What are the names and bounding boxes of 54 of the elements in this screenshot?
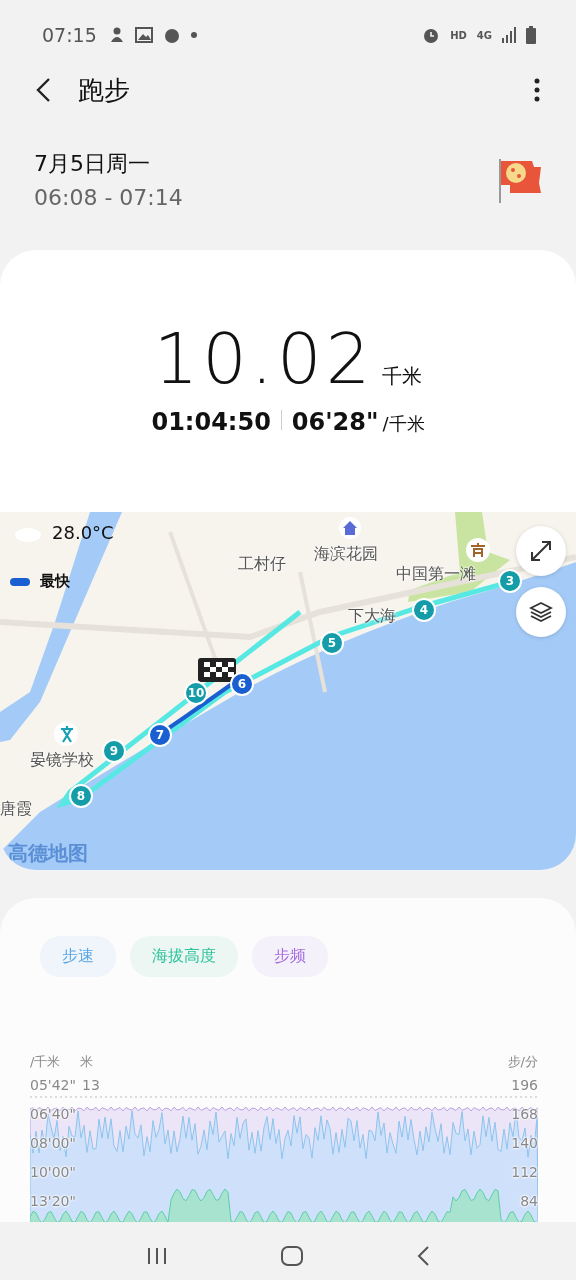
more-options-button[interactable] <box>534 78 540 102</box>
altitude-axis-label: 13 <box>82 1077 100 1093</box>
km-marker: 10 <box>184 681 208 705</box>
km-marker: 7 <box>148 723 172 747</box>
pace-axis-label: 13'20" <box>30 1193 76 1209</box>
altitude-axis-unit: 米 <box>80 1053 94 1071</box>
cadence-axis-label: 112 <box>511 1164 538 1180</box>
clock: 07:15 <box>42 24 97 46</box>
cadence-axis-unit: 步/分 <box>507 1053 538 1071</box>
legend-label: 最快 <box>40 572 70 591</box>
cadence-axis-label: 140 <box>511 1135 538 1151</box>
pace-axis-label: 06'40" <box>30 1106 76 1122</box>
notification-icon <box>108 26 125 44</box>
session-time-range: 06:08 - 07:14 <box>34 184 184 210</box>
home-icon <box>342 520 358 536</box>
layers-icon <box>529 600 553 624</box>
expand-icon <box>530 540 552 562</box>
cadence-axis-label: 84 <box>520 1193 538 1209</box>
place-label: 海滨花园 <box>314 544 378 565</box>
place-label: 晏镜学校 <box>30 750 94 771</box>
page-title: 跑步 <box>78 73 131 107</box>
temperature: 28.0°C <box>52 522 114 543</box>
chart-tab[interactable]: 海拔高度 <box>130 936 238 977</box>
finish-flag-icon <box>198 658 236 682</box>
expand-button[interactable] <box>516 526 566 576</box>
battery-icon <box>526 26 536 44</box>
chart-tab[interactable]: 步频 <box>252 936 328 977</box>
back-button[interactable] <box>34 77 52 103</box>
km-marker: 9 <box>102 739 126 763</box>
signal-icon <box>502 27 516 43</box>
distance-unit: 千米 <box>382 363 423 390</box>
alarm-icon <box>422 26 441 44</box>
hd-indicator: HD <box>450 29 467 41</box>
pace-axis-label: 05'42" <box>30 1077 76 1093</box>
pace-axis-label: 08'00" <box>30 1135 76 1151</box>
duration-value: 01:04:50 <box>151 408 271 436</box>
pace-value: 06'28" <box>291 408 379 436</box>
dot-icon <box>190 32 197 38</box>
session-date: 7月5日周一 <box>34 149 151 178</box>
image-icon <box>134 27 153 43</box>
map-attribution: 高德地图 <box>8 840 88 867</box>
app-icon <box>162 26 181 44</box>
chart-tab[interactable]: 步速 <box>40 936 116 977</box>
place-label: 中国第一滩 <box>396 564 476 585</box>
pace-axis-unit: /千米 <box>30 1053 61 1071</box>
place-label: 工村仔 <box>238 554 286 575</box>
cadence-axis-label: 196 <box>511 1077 538 1093</box>
pace-axis-label: 10'00" <box>30 1164 76 1180</box>
km-marker: 6 <box>230 672 254 696</box>
km-marker: 5 <box>320 631 344 655</box>
place-label: 唐霞 <box>0 799 32 820</box>
distance-value: 10.02 <box>153 324 375 394</box>
pace-unit: /千米 <box>382 412 425 436</box>
network-indicator: 4G <box>476 29 492 41</box>
